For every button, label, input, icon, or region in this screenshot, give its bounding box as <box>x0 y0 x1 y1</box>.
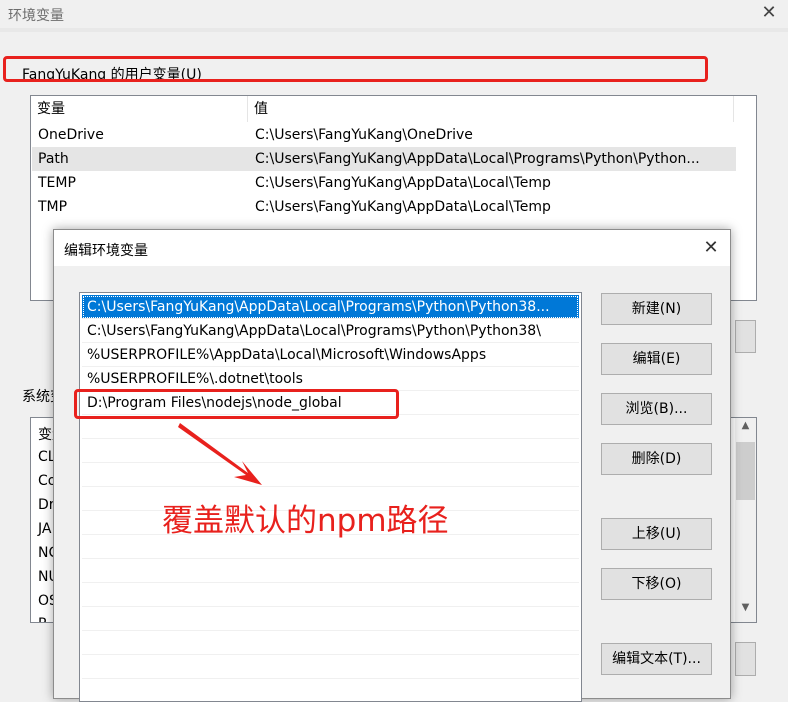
scroll-up-icon[interactable]: ▲ <box>735 420 756 438</box>
var-name: Path <box>38 151 69 167</box>
title-separator <box>0 28 788 32</box>
list-item[interactable]: P <box>38 616 46 622</box>
close-icon[interactable]: ✕ <box>698 235 724 261</box>
scrollbar-thumb[interactable] <box>736 442 755 500</box>
new-button[interactable]: 新建(N) <box>601 293 712 325</box>
empty-row[interactable] <box>82 631 579 655</box>
empty-row[interactable] <box>82 655 579 679</box>
column-header-name[interactable]: 变量 <box>31 96 248 122</box>
dialog-title: 编辑环境变量 <box>64 243 148 259</box>
edit-button[interactable]: 编辑(E) <box>601 343 712 375</box>
move-up-button[interactable]: 上移(U) <box>601 518 712 550</box>
var-value: C:\Users\FangYuKang\AppData\Local\Progra… <box>255 151 700 167</box>
var-value: C:\Users\FangYuKang\OneDrive <box>255 127 473 143</box>
edit-text-button[interactable]: 编辑文本(T)... <box>601 643 712 675</box>
table-row[interactable]: TMP C:\Users\FangYuKang\AppData\Local\Te… <box>32 195 736 219</box>
table-row[interactable]: TEMP C:\Users\FangYuKang\AppData\Local\T… <box>32 171 736 195</box>
empty-row[interactable] <box>82 583 579 607</box>
annotation-arrow-icon <box>178 423 262 485</box>
empty-row[interactable] <box>82 559 579 583</box>
highlight-box-user-vars <box>3 56 708 82</box>
empty-row[interactable] <box>82 463 579 487</box>
close-icon[interactable]: ✕ <box>758 2 780 24</box>
scroll-down-icon[interactable]: ▼ <box>735 602 756 620</box>
var-value: C:\Users\FangYuKang\AppData\Local\Temp <box>255 199 551 215</box>
empty-row[interactable] <box>82 439 579 463</box>
path-item[interactable]: %USERPROFILE%\.dotnet\tools <box>82 367 579 391</box>
move-down-button[interactable]: 下移(O) <box>601 568 712 600</box>
var-value: C:\Users\FangYuKang\AppData\Local\Temp <box>255 175 551 191</box>
empty-row[interactable] <box>82 607 579 631</box>
edit-env-dialog: 编辑环境变量 ✕ C:\Users\FangYuKang\AppData\Loc… <box>53 229 731 702</box>
var-name: OneDrive <box>38 127 104 143</box>
table-row[interactable]: Path C:\Users\FangYuKang\AppData\Local\P… <box>32 147 736 171</box>
dialog-titlebar: 编辑环境变量 ✕ <box>54 230 730 266</box>
browse-button[interactable]: 浏览(B)... <box>601 393 712 425</box>
path-item[interactable]: C:\Users\FangYuKang\AppData\Local\Progra… <box>82 295 579 319</box>
table-row[interactable]: OneDrive C:\Users\FangYuKang\OneDrive <box>32 123 736 147</box>
path-item[interactable]: C:\Users\FangYuKang\AppData\Local\Progra… <box>82 319 579 343</box>
column-header-value[interactable]: 值 <box>248 96 734 122</box>
user-vars-button-edge[interactable] <box>735 320 756 353</box>
window-title: 环境变量 <box>8 8 64 24</box>
annotation-text: 覆盖默认的npm路径 <box>162 503 449 539</box>
list-item[interactable]: JA <box>38 521 51 537</box>
empty-row[interactable] <box>82 679 579 701</box>
delete-button[interactable]: 删除(D) <box>601 443 712 475</box>
var-name: TEMP <box>38 175 76 191</box>
var-name: TMP <box>38 199 68 215</box>
system-vars-button-edge[interactable] <box>735 642 756 676</box>
path-item[interactable]: %USERPROFILE%\AppData\Local\Microsoft\Wi… <box>82 343 579 367</box>
